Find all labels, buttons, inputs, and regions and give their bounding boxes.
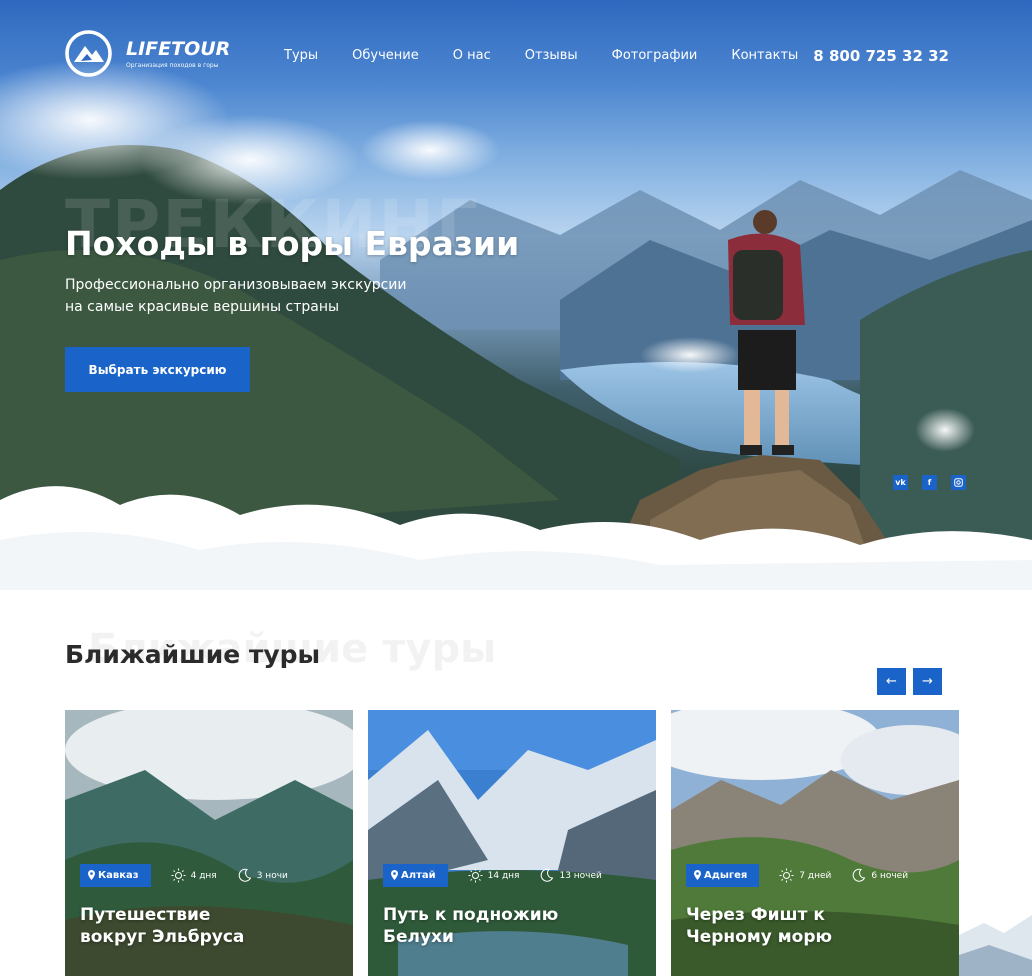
days-label: 4 дня xyxy=(190,870,217,881)
tour-title-line2: вокруг Эльбруса xyxy=(80,927,245,947)
nav-item-reviews[interactable]: Отзывы xyxy=(525,48,578,63)
region-badge: Адыгея xyxy=(686,864,760,887)
instagram-icon[interactable] xyxy=(951,475,966,490)
section-title: Ближайшие туры xyxy=(65,640,321,669)
vk-icon[interactable]: vk xyxy=(893,475,908,490)
tour-title-line2: Черному морю xyxy=(686,927,833,947)
tour-title: Путь к подножию Белухи xyxy=(383,904,643,948)
tour-title-line2: Белухи xyxy=(383,927,454,947)
prev-arrow-button[interactable]: ← xyxy=(877,668,906,695)
sun-icon xyxy=(468,868,483,883)
region-label: Адыгея xyxy=(704,870,748,881)
region-label: Алтай xyxy=(401,870,436,881)
days-label: 7 дней xyxy=(799,870,832,881)
nights-label: 3 ночи xyxy=(256,870,288,881)
nav-item-training[interactable]: Обучение xyxy=(352,48,419,63)
region-badge: Алтай xyxy=(383,864,448,887)
hero-section: ТРЕККИНГ LIFETOUR Организация походов в … xyxy=(0,0,1032,590)
hero-subtitle: Профессионально организовываем экскурсии… xyxy=(65,274,485,318)
nav-item-about[interactable]: О нас xyxy=(453,48,491,63)
tour-title-line1: Путь к подножию xyxy=(383,905,559,925)
tour-title: Через Фишт к Черному морю xyxy=(686,904,946,948)
moon-icon xyxy=(541,868,554,882)
nights-label: 13 ночей xyxy=(559,870,602,881)
choose-tour-button[interactable]: Выбрать экскурсию xyxy=(65,347,250,392)
region-badge: Кавказ xyxy=(80,864,151,887)
nav-item-photos[interactable]: Фотографии xyxy=(612,48,698,63)
social-links: vk f xyxy=(893,475,966,490)
phone-number[interactable]: 8 800 725 32 32 xyxy=(813,47,949,65)
sun-icon xyxy=(171,868,186,883)
tour-title-line1: Путешествие xyxy=(80,905,211,925)
days-label: 14 дня xyxy=(487,870,520,881)
location-pin-icon xyxy=(694,870,701,880)
brand-tagline: Организация походов в горы xyxy=(126,62,219,69)
moon-icon xyxy=(238,868,252,882)
tour-title-line1: Через Фишт к xyxy=(686,905,825,925)
moon-icon xyxy=(853,868,866,882)
tour-card[interactable]: Алтай 14 дня 13 ночей Путь к подножию Бе… xyxy=(368,710,656,976)
nav-item-contacts[interactable]: Контакты xyxy=(731,48,798,63)
facebook-icon[interactable]: f xyxy=(922,475,937,490)
main-nav: Туры Обучение О нас Отзывы Фотографии Ко… xyxy=(284,48,832,63)
next-card-peek-image xyxy=(959,915,1032,976)
hero-subtitle-line1: Профессионально организовываем экскурсии xyxy=(65,277,407,293)
mountain-logo-icon xyxy=(65,30,112,77)
tour-card[interactable]: Кавказ 4 дня 3 ночи Путешествие вокруг Э… xyxy=(65,710,353,976)
sun-icon xyxy=(779,868,794,883)
region-label: Кавказ xyxy=(98,870,139,881)
location-pin-icon xyxy=(88,870,95,880)
next-arrow-button[interactable]: → xyxy=(913,668,942,695)
page: ТРЕККИНГ LIFETOUR Организация походов в … xyxy=(0,0,1032,976)
hero-title: Походы в горы Евразии xyxy=(65,224,520,263)
hero-subtitle-line2: на самые красивые вершины страны xyxy=(65,299,340,315)
nav-item-tours[interactable]: Туры xyxy=(284,48,318,63)
tour-title: Путешествие вокруг Эльбруса xyxy=(80,904,340,948)
brand-name: LIFETOUR xyxy=(126,38,231,60)
nights-label: 6 ночей xyxy=(871,870,909,881)
carousel-arrows: ← → xyxy=(877,668,942,695)
location-pin-icon xyxy=(391,870,398,880)
tour-card[interactable]: Адыгея 7 дней 6 ночей Через Фишт к Черно… xyxy=(671,710,959,976)
logo[interactable]: LIFETOUR Организация походов в горы xyxy=(65,30,230,77)
